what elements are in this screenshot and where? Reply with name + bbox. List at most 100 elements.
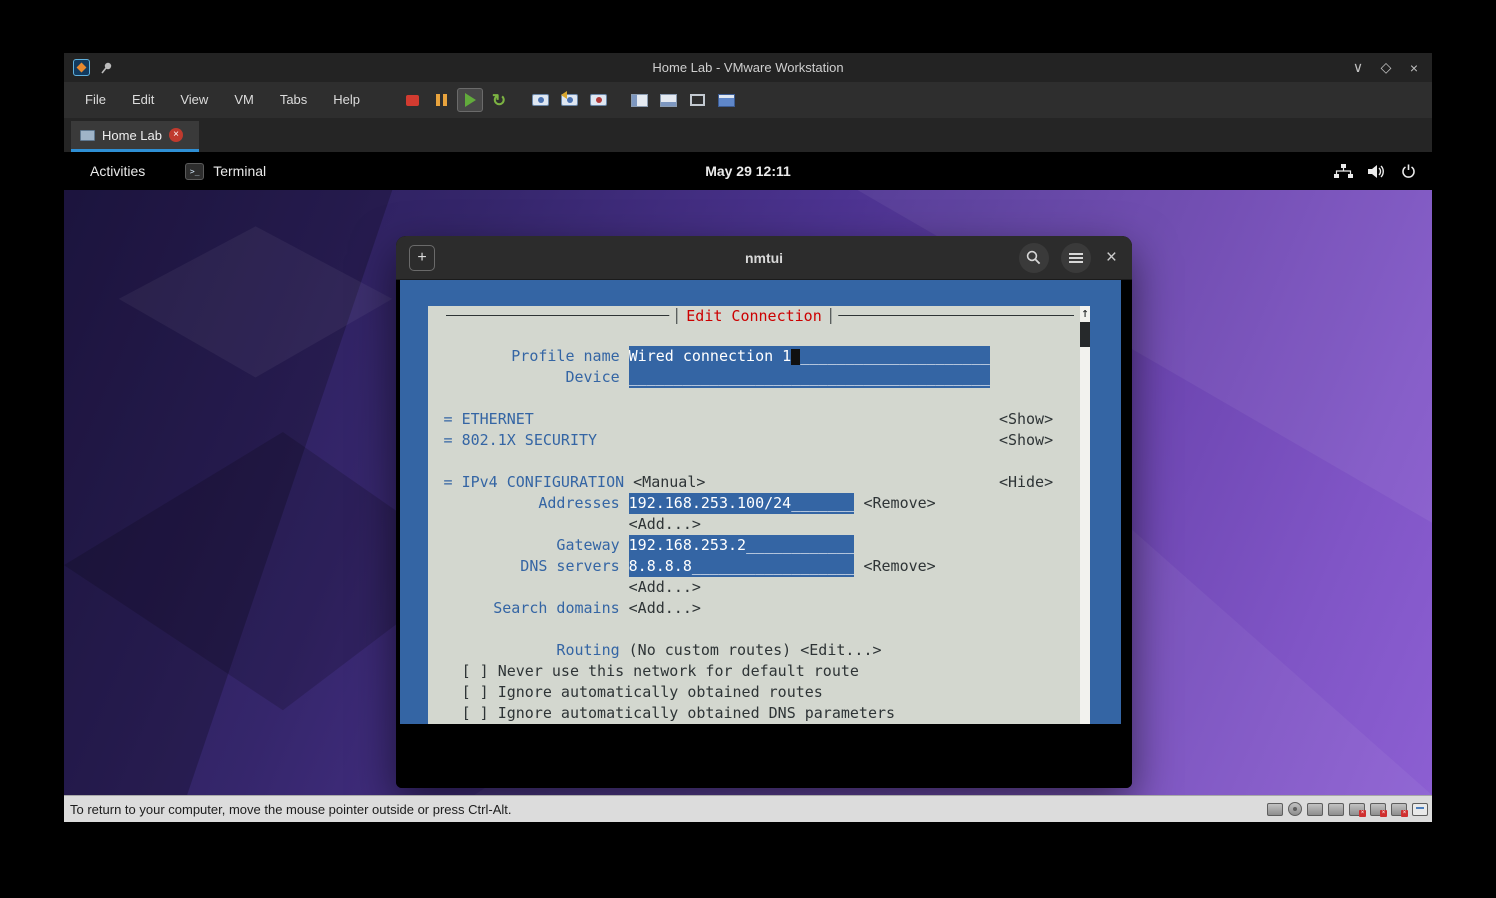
console-view-button[interactable] bbox=[713, 88, 739, 112]
window-titlebar[interactable]: Home Lab - VMware Workstation ∨ ◇ × bbox=[64, 53, 1432, 82]
menu-view[interactable]: View bbox=[167, 82, 221, 118]
checkbox-ignore-dns[interactable]: [ ] bbox=[462, 703, 489, 724]
blank-row bbox=[430, 619, 1068, 640]
network-adapter2-icon[interactable]: × bbox=[1370, 803, 1386, 816]
network-adapter-icon[interactable]: × bbox=[1349, 803, 1365, 816]
usb-icon[interactable] bbox=[1328, 803, 1344, 816]
ethernet-section-row: =ETHERNET <Show> bbox=[430, 409, 1068, 430]
menu-button[interactable] bbox=[1061, 243, 1091, 273]
dns-remove-button[interactable]: <Remove> bbox=[863, 556, 935, 577]
scrollbar-thumb[interactable] bbox=[1080, 322, 1090, 347]
device-row: Device __________________________________… bbox=[430, 367, 1068, 388]
checkbox-ignore-routes-label: Ignore automatically obtained routes bbox=[498, 682, 823, 703]
snapshot-manager-icon bbox=[590, 94, 607, 106]
menu-tabs[interactable]: Tabs bbox=[267, 82, 320, 118]
security-show-button[interactable]: <Show> bbox=[999, 430, 1053, 451]
message-log-icon[interactable] bbox=[1412, 803, 1428, 816]
snapshot-manager-button[interactable] bbox=[585, 88, 611, 112]
device-input[interactable]: ________________________________________ bbox=[629, 367, 990, 388]
hamburger-icon bbox=[1069, 253, 1083, 263]
power-on-button[interactable] bbox=[457, 88, 483, 112]
section-marker: = bbox=[444, 472, 453, 493]
search-domains-label: Search domains bbox=[430, 598, 620, 619]
thumbnail-bar-button[interactable] bbox=[655, 88, 681, 112]
clock[interactable]: May 29 12:11 bbox=[64, 163, 1432, 179]
terminal-close-button[interactable]: × bbox=[1103, 247, 1120, 269]
harddisk-icon[interactable] bbox=[1267, 803, 1283, 816]
floppy-icon[interactable] bbox=[1307, 803, 1323, 816]
checkbox-default-route[interactable]: [ ] bbox=[462, 661, 489, 682]
add-dns-button[interactable]: <Add...> bbox=[629, 577, 701, 598]
gnome-topbar: Activities >_ Terminal May 29 12:11 bbox=[64, 152, 1432, 190]
terminal-headerbar[interactable]: + nmtui × bbox=[396, 236, 1132, 280]
routing-row: Routing(No custom routes)<Edit...> bbox=[430, 640, 1068, 661]
suspend-button[interactable] bbox=[428, 88, 454, 112]
show-library-button[interactable] bbox=[626, 88, 652, 112]
routing-edit-button[interactable]: <Edit...> bbox=[800, 640, 881, 661]
search-button[interactable] bbox=[1019, 243, 1049, 273]
power-off-button[interactable] bbox=[399, 88, 425, 112]
terminal-body: Edit Connection Profile nameWired connec… bbox=[396, 280, 1132, 788]
volume-icon[interactable] bbox=[1368, 164, 1386, 179]
blank-row bbox=[430, 388, 1068, 409]
profile-name-input[interactable]: Wired connection 1_____________________ bbox=[629, 346, 990, 367]
addresses-label: Addresses bbox=[430, 493, 620, 514]
section-marker: = bbox=[444, 430, 453, 451]
addresses-remove-button[interactable]: <Remove> bbox=[863, 493, 935, 514]
power-on-icon bbox=[465, 93, 476, 107]
console-view-icon bbox=[718, 94, 735, 107]
menu-help[interactable]: Help bbox=[320, 82, 373, 118]
dns-input[interactable]: 8.8.8.8__________________ bbox=[629, 556, 855, 577]
search-domains-row: Search domains <Add...> bbox=[430, 598, 1068, 619]
take-snapshot-button[interactable] bbox=[527, 88, 553, 112]
close-button[interactable]: × bbox=[1400, 53, 1428, 82]
ipv4-hide-button[interactable]: <Hide> bbox=[999, 472, 1053, 493]
vmware-statusbar: To return to your computer, move the mou… bbox=[64, 795, 1432, 822]
fullscreen-button[interactable] bbox=[684, 88, 710, 112]
gateway-input[interactable]: 192.168.253.2____________ bbox=[629, 535, 855, 556]
gateway-label: Gateway bbox=[430, 535, 620, 556]
maximize-button[interactable]: ◇ bbox=[1372, 53, 1400, 82]
power-icon[interactable] bbox=[1401, 164, 1416, 179]
dialog-title: Edit Connection bbox=[686, 307, 821, 325]
device-status-icons: × × × bbox=[1267, 802, 1428, 816]
revert-snapshot-button[interactable] bbox=[556, 88, 582, 112]
add-search-domain-button[interactable]: <Add...> bbox=[629, 598, 701, 619]
addresses-input[interactable]: 192.168.253.100/24_______ bbox=[629, 493, 855, 514]
thumbnail-bar-icon bbox=[660, 94, 677, 107]
ethernet-show-button[interactable]: <Show> bbox=[999, 409, 1053, 430]
suspend-icon bbox=[436, 94, 447, 106]
library-panel-icon bbox=[631, 94, 648, 107]
add-address-button[interactable]: <Add...> bbox=[629, 514, 701, 535]
checkbox-ignore-routes-row: [ ] Ignore automatically obtained routes bbox=[430, 682, 1068, 703]
minimize-button[interactable]: ∨ bbox=[1344, 53, 1372, 82]
edit-connection-dialog: Edit Connection Profile nameWired connec… bbox=[428, 306, 1080, 724]
printer-icon[interactable]: × bbox=[1391, 803, 1407, 816]
menu-file[interactable]: File bbox=[72, 82, 119, 118]
dialog-title-rule: Edit Connection bbox=[428, 306, 1080, 326]
menu-edit[interactable]: Edit bbox=[119, 82, 167, 118]
tab-close-button[interactable]: × bbox=[169, 128, 183, 142]
fullscreen-icon bbox=[690, 94, 705, 106]
security-label: 802.1X SECURITY bbox=[462, 430, 597, 451]
tab-home-lab[interactable]: Home Lab × bbox=[71, 121, 199, 152]
device-label: Device bbox=[430, 367, 620, 388]
nmtui-screen: Edit Connection Profile nameWired connec… bbox=[400, 280, 1121, 724]
menubar: File Edit View VM Tabs Help ↻ bbox=[64, 82, 1432, 118]
security-section-row: = 802.1X SECURITY <Show> bbox=[430, 430, 1068, 451]
scroll-up-arrow-icon[interactable]: ↑ bbox=[1080, 306, 1090, 321]
tab-label: Home Lab bbox=[102, 128, 162, 143]
terminal-window: + nmtui × bbox=[396, 236, 1132, 788]
workspaces-icon[interactable] bbox=[1334, 164, 1353, 179]
cdrom-icon[interactable] bbox=[1288, 802, 1302, 816]
menu-vm[interactable]: VM bbox=[221, 82, 267, 118]
dialog-scrollbar[interactable]: ↑ bbox=[1080, 306, 1090, 724]
reset-button[interactable]: ↻ bbox=[486, 88, 512, 112]
dialog-body: Profile nameWired connection 1__________… bbox=[430, 346, 1068, 724]
checkbox-ignore-routes[interactable]: [ ] bbox=[462, 682, 489, 703]
revert-snapshot-icon bbox=[561, 94, 578, 106]
add-address-row: <Add...> bbox=[430, 514, 1068, 535]
title-left-tick bbox=[676, 308, 677, 324]
dns-label: DNS servers bbox=[430, 556, 620, 577]
ipv4-mode-select[interactable]: <Manual> bbox=[633, 472, 705, 493]
